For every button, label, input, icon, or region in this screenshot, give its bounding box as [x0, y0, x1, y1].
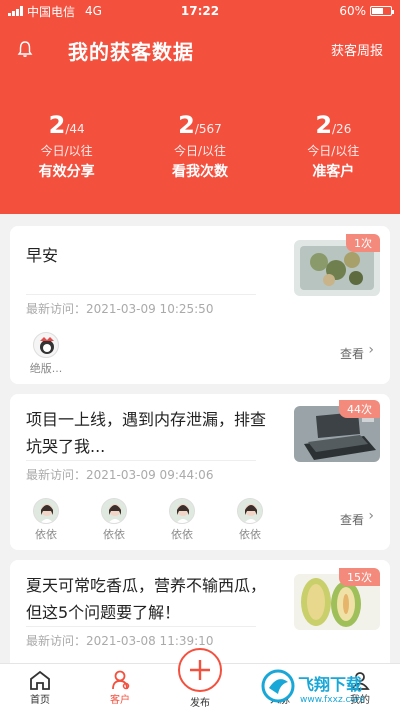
network-type: 4G — [85, 4, 102, 18]
stat-total-value: /26 — [332, 122, 352, 136]
stat-views[interactable]: 2/567 今日/以往 看我次数 — [133, 110, 266, 181]
visitor-name: 绝版... — [29, 362, 63, 375]
stat-sub-label: 今日/以往 — [40, 144, 93, 158]
stat-total-value: /567 — [194, 122, 222, 136]
stat-total-value: /44 — [65, 122, 85, 136]
visitor-name: 依依 — [35, 528, 57, 541]
visitor-list: 绝版... — [26, 332, 66, 376]
visitor-avatar-item[interactable]: 依依 — [94, 498, 134, 542]
last-visit: 最新访问：2021-03-09 09:44:06 — [26, 468, 214, 482]
visitor-avatar-item[interactable]: 依依 — [230, 498, 270, 542]
stat-today-value: 2 — [48, 111, 66, 139]
stat-sub-label: 今日/以往 — [307, 144, 360, 158]
visitor-list: 依依 依依 依依 依依 — [26, 498, 270, 542]
visitor-avatar-item[interactable]: 绝版... — [26, 332, 66, 376]
page-title: 我的获客数据 — [68, 40, 194, 64]
divider — [26, 460, 256, 461]
plus-icon — [190, 660, 210, 680]
stat-today-value: 2 — [315, 111, 333, 139]
chevron-right-icon[interactable]: › — [368, 342, 374, 358]
tab-label: 首页 — [30, 695, 50, 706]
avatar — [101, 498, 127, 524]
tab-home[interactable]: 首页 — [10, 668, 70, 706]
watermark-logo: 飞翔下载 www.fxxz.com — [260, 668, 394, 706]
last-visit: 最新访问：2021-03-08 11:39:10 — [26, 634, 214, 648]
view-more-link[interactable]: 查看 — [340, 345, 364, 362]
article-card[interactable]: 早安 最新访问：2021-03-09 10:25:50 1次 绝版... 查看 … — [10, 226, 390, 384]
header-hero: 中国电信 4G 17:22 60% 我的获客数据 获客周报 2/44 今日/以往… — [0, 0, 400, 214]
article-card[interactable]: 项目一上线，遇到内存泄漏，排查坑哭了我... 最新访问：2021-03-09 0… — [10, 394, 390, 550]
avatar — [237, 498, 263, 524]
stat-label: 看我次数 — [171, 164, 228, 180]
visitor-avatar-item[interactable]: 依依 — [26, 498, 66, 542]
visitor-name: 依依 — [239, 528, 261, 541]
stats-row: 2/44 今日/以往 有效分享 2/567 今日/以往 看我次数 2/26 今日… — [0, 110, 400, 181]
avatar — [33, 332, 59, 358]
battery-percent: 60% — [339, 4, 366, 18]
visitor-name: 依依 — [103, 528, 125, 541]
chevron-right-icon[interactable]: › — [368, 508, 374, 524]
battery-icon — [370, 6, 394, 16]
article-title: 夏天可常吃香瓜，营养不输西瓜，但这5个问题要了解！ — [26, 576, 267, 622]
carrier: 中国电信 — [27, 4, 76, 19]
signal-icon — [8, 6, 23, 16]
home-icon — [30, 670, 50, 690]
avatar — [33, 498, 59, 524]
customers-icon — [112, 670, 130, 690]
stat-label: 有效分享 — [38, 164, 95, 180]
view-count-badge: 44次 — [339, 400, 380, 418]
divider — [26, 626, 256, 627]
avatar — [169, 498, 195, 524]
svg-text:飞翔下载: 飞翔下载 — [298, 675, 362, 694]
last-visit: 最新访问：2021-03-09 10:25:50 — [26, 302, 214, 316]
publish-button[interactable] — [178, 648, 222, 692]
tab-label: 客户 — [110, 695, 130, 706]
weekly-report-link[interactable]: 获客周报 — [331, 40, 383, 59]
view-more-link[interactable]: 查看 — [340, 511, 364, 528]
article-title: 早安 — [26, 246, 59, 265]
view-count-badge: 1次 — [346, 234, 380, 252]
visitor-name: 依依 — [171, 528, 193, 541]
status-bar: 中国电信 4G 17:22 60% — [0, 0, 400, 22]
publish-label: 发布 — [190, 698, 210, 709]
tab-customers[interactable]: 客户 — [90, 668, 150, 706]
article-title: 项目一上线，遇到内存泄漏，排查坑哭了我... — [26, 410, 267, 456]
stat-effective-shares[interactable]: 2/44 今日/以往 有效分享 — [0, 110, 133, 181]
bell-icon[interactable] — [17, 40, 33, 58]
stat-label: 准客户 — [312, 164, 355, 180]
stat-prospects[interactable]: 2/26 今日/以往 准客户 — [267, 110, 400, 181]
visitor-avatar-item[interactable]: 依依 — [162, 498, 202, 542]
stat-today-value: 2 — [178, 111, 195, 139]
view-count-badge: 15次 — [339, 568, 380, 586]
stat-sub-label: 今日/以往 — [173, 144, 227, 158]
svg-text:www.fxxz.com: www.fxxz.com — [300, 695, 365, 705]
divider — [26, 294, 256, 295]
